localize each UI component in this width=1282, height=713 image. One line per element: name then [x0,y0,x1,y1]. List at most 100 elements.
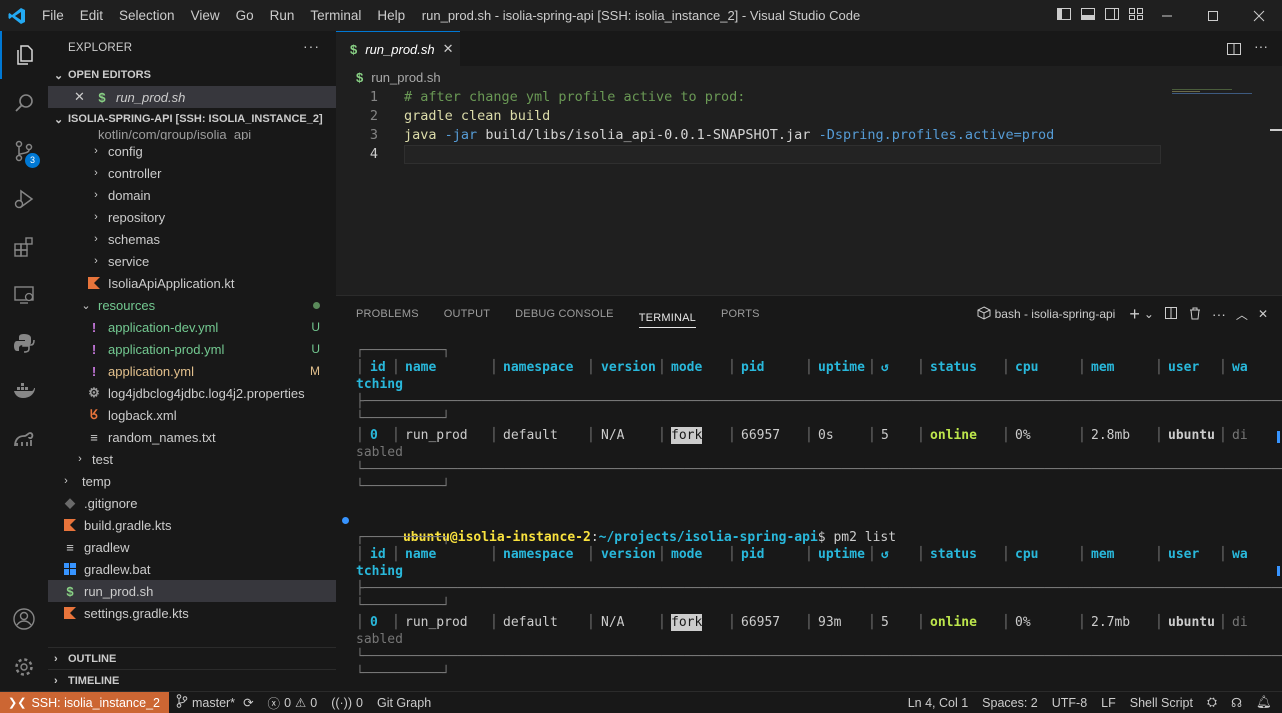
more-actions-icon[interactable]: ··· [303,38,320,54]
maximize-icon[interactable] [1190,0,1236,31]
tab-ports[interactable]: PORTS [721,296,760,332]
folder-test[interactable]: › test [48,448,336,470]
explorer-icon[interactable] [0,31,48,79]
cursor-position[interactable]: Ln 4, Col 1 [901,696,975,710]
shell-file-icon: $ [356,69,364,85]
toggle-panel-icon[interactable] [1080,6,1096,25]
remote-indicator[interactable]: ❯❮ SSH: isolia_instance_2 [0,691,169,713]
file-logback[interactable]: ᖉ logback.xml [48,404,336,426]
file-build-gradle[interactable]: build.gradle.kts [48,514,336,536]
file-application-dev[interactable]: ! application-dev.yml U [48,316,336,338]
folder-domain[interactable]: › domain [48,184,336,206]
close-tab-icon[interactable]: ✕ [443,41,454,57]
file-application[interactable]: ! application.yml M [48,360,336,382]
text-file-icon: ≡ [90,429,98,445]
git-graph-button[interactable]: Git Graph [370,696,438,710]
terminal-shell-label[interactable]: bash - isolia-spring-api [995,307,1116,321]
folder-schemas[interactable]: › schemas [48,228,336,250]
outline-section[interactable]: › OUTLINE [48,647,336,669]
folder-config[interactable]: › config [48,140,336,162]
minimap[interactable] [1172,89,1252,95]
docker-icon[interactable] [0,367,48,415]
menu-view[interactable]: View [183,0,228,31]
close-icon[interactable]: ✕ [74,89,94,105]
tab-output[interactable]: OUTPUT [444,296,490,332]
new-terminal-icon[interactable]: + [1129,304,1140,325]
close-window-icon[interactable] [1236,0,1282,31]
pm2-header-row-2: │ id │ name │ namespace │ version │ mode… [356,547,1248,562]
git-file-icon: ◆ [65,495,75,510]
folder-controller[interactable]: › controller [48,162,336,184]
code-editor[interactable]: 1 # after change yml profile active to p… [336,88,1282,164]
account-icon[interactable] [0,595,48,643]
file-application-prod[interactable]: ! application-prod.yml U [48,338,336,360]
pm2-header-row: │ id │ name │ namespace │ version │ mode… [356,360,1248,375]
tab-debug-console[interactable]: DEBUG CONSOLE [515,296,614,332]
file-kotlin-app[interactable]: IsoliaApiApplication.kt [48,272,336,294]
partial-path-row: kotlin/com/group/isolia_api [98,130,252,140]
menu-run[interactable]: Run [262,0,303,31]
file-gradlew-bat[interactable]: gradlew.bat [48,558,336,580]
toggle-primary-sidebar-icon[interactable] [1056,6,1072,25]
folder-service[interactable]: › service [48,250,336,272]
copilot-icon[interactable]: ⛭ [1200,695,1224,710]
remote-explorer-icon[interactable] [0,271,48,319]
run-debug-icon[interactable] [0,175,48,223]
customize-layout-icon[interactable] [1128,6,1144,25]
terminal-output[interactable]: ┌──────────┐ │ id │ name │ namespace │ v… [342,342,1282,713]
project-section[interactable]: ⌄ ISOLIA-SPRING-API [SSH: ISOLIA_INSTANC… [48,108,336,130]
minimize-icon[interactable] [1144,0,1190,31]
toggle-secondary-sidebar-icon[interactable] [1104,6,1120,25]
file-random-names[interactable]: ≡ random_names.txt [48,426,336,448]
tab-problems[interactable]: PROBLEMS [356,296,419,332]
search-icon[interactable] [0,79,48,127]
overview-ruler-cursor [1270,129,1282,131]
file-run-prod[interactable]: $ run_prod.sh [48,580,336,602]
open-editors-section[interactable]: ⌄ OPEN EDITORS [48,64,336,86]
end-of-line[interactable]: LF [1094,696,1123,710]
code-line-1: 1 # after change yml profile active to p… [369,89,746,105]
yaml-file-icon: ! [91,341,97,357]
tab-terminal[interactable]: TERMINAL [638,300,696,328]
kill-terminal-icon[interactable] [1188,306,1202,323]
file-gitignore[interactable]: ◆ .gitignore [48,492,336,514]
extensions-icon[interactable] [0,223,48,271]
terminal-more-icon[interactable]: ··· [1212,306,1226,322]
language-mode[interactable]: Shell Script [1123,696,1200,710]
sync-icon[interactable]: ⟳ [243,695,253,710]
split-editor-icon[interactable] [1226,41,1242,60]
open-editor-item[interactable]: ✕ $ run_prod.sh [48,86,336,108]
feedback-icon[interactable]: ☊ [1224,695,1249,710]
ports-indicator[interactable]: ((·)) 0 [324,696,370,710]
gradle-icon[interactable] [0,415,48,463]
git-branch[interactable]: master* ⟳ [169,694,261,711]
folder-temp[interactable]: › temp [48,470,336,492]
timeline-section[interactable]: › TIMELINE [48,669,336,691]
problems-indicator[interactable]: ⓧ 0 ⚠ 0 [261,693,325,712]
indentation[interactable]: Spaces: 2 [975,696,1045,710]
editor-more-icon[interactable]: ··· [1254,38,1268,54]
menu-edit[interactable]: Edit [72,0,111,31]
notifications-bell-icon[interactable]: 🔔︎ [1249,695,1282,710]
python-icon[interactable] [0,319,48,367]
menu-go[interactable]: Go [228,0,262,31]
chevron-down-icon[interactable]: ⌄ [1144,307,1154,321]
settings-gear-icon[interactable] [0,643,48,691]
maximize-panel-icon[interactable]: ︿ [1236,306,1248,323]
file-settings-gradle[interactable]: settings.gradle.kts [48,602,336,624]
editor-tab-run-prod[interactable]: $ run_prod.sh ✕ [336,31,460,66]
menu-file[interactable]: File [34,0,72,31]
menu-terminal[interactable]: Terminal [302,0,369,31]
menu-help[interactable]: Help [369,0,413,31]
encoding[interactable]: UTF-8 [1045,696,1094,710]
source-control-icon[interactable]: 3 [0,127,48,175]
close-panel-icon[interactable]: ✕ [1258,307,1268,321]
folder-resources[interactable]: ⌄ resources [48,294,336,316]
menu-selection[interactable]: Selection [111,0,183,31]
split-terminal-icon[interactable] [1164,306,1178,323]
folder-repository[interactable]: › repository [48,206,336,228]
kotlin-file-icon [86,277,102,289]
file-log4j-properties[interactable]: ⚙ log4jdbclog4jdbc.log4j2.properties [48,382,336,404]
editor-tabs: $ run_prod.sh ✕ ··· [336,31,1282,66]
file-gradlew[interactable]: ≡ gradlew [48,536,336,558]
